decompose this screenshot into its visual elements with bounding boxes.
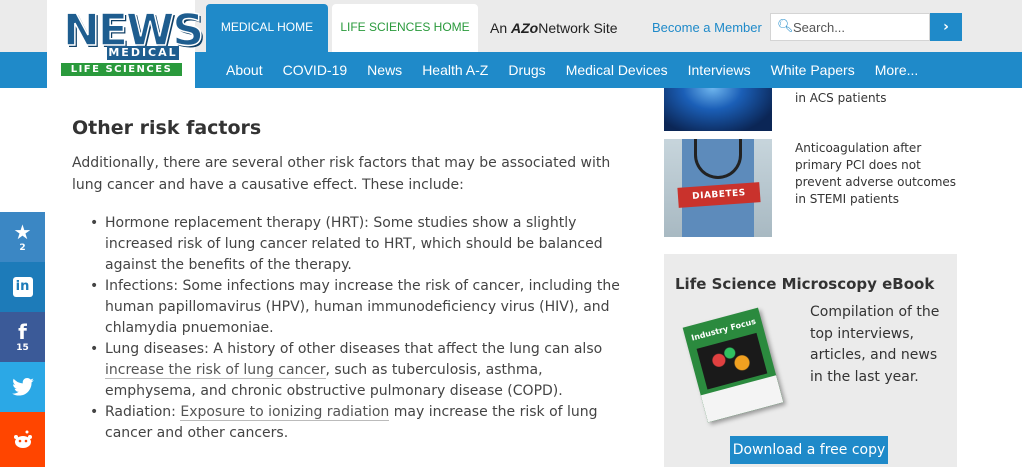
facebook-icon: f	[18, 320, 27, 344]
network-prefix: An	[490, 20, 508, 36]
nav-more[interactable]: More...	[865, 52, 929, 88]
site-logo[interactable]: NEWS MEDICAL LIFE SCIENCES	[47, 0, 205, 88]
nav-interviews[interactable]: Interviews	[678, 52, 761, 88]
become-member-link[interactable]: Become a Member	[652, 19, 762, 37]
ebook-promo: Life Science Microscopy eBook Industry F…	[664, 254, 957, 467]
facebook-share-button[interactable]: f 15	[0, 312, 45, 362]
increase-risk-link[interactable]: increase the risk of lung cancer	[105, 362, 326, 379]
download-ebook-button[interactable]: Download a free copy	[730, 436, 888, 464]
article-body: Other risk factors Additionally, there a…	[0, 88, 648, 467]
chevron-right-icon: ›	[943, 19, 949, 35]
network-suffix: Network Site	[538, 20, 618, 36]
nav-covid-19[interactable]: COVID-19	[273, 52, 358, 88]
azo-logo: AZo	[511, 20, 539, 36]
news-link[interactable]: Anticoagulation after primary PCI does n…	[795, 140, 965, 208]
linkedin-icon: in	[12, 277, 33, 297]
list-item: Radiation: Exposure to ionizing radiatio…	[90, 402, 635, 444]
section-heading: Other risk factors	[72, 117, 262, 139]
news-thumbnail[interactable]	[664, 88, 772, 131]
favorite-button[interactable]: ★ 2	[0, 212, 45, 262]
facebook-count: 15	[16, 343, 29, 353]
nav-news[interactable]: News	[357, 52, 412, 88]
nav-health-a-z[interactable]: Health A-Z	[412, 52, 498, 88]
nav-white-papers[interactable]: White Papers	[761, 52, 865, 88]
nav-drugs[interactable]: Drugs	[498, 52, 555, 88]
news-link[interactable]: in ACS patients	[795, 90, 965, 107]
news-thumbnail[interactable]: DIABETES	[664, 139, 772, 237]
star-icon: ★	[13, 220, 32, 244]
list-item-text: Radiation:	[105, 404, 181, 420]
ebook-cover[interactable]: Industry Focus	[682, 307, 784, 423]
search-box[interactable]: 🔍︎	[770, 13, 930, 41]
nav-medical-devices[interactable]: Medical Devices	[556, 52, 678, 88]
favorite-count: 2	[19, 243, 26, 253]
intro-paragraph: Additionally, there are several other ri…	[72, 155, 611, 193]
ebook-description: Compilation of the top interviews, artic…	[810, 304, 940, 385]
ionizing-radiation-link[interactable]: Exposure to ionizing radiation	[180, 404, 390, 421]
reddit-icon	[13, 430, 32, 448]
list-item: Hormone replacement therapy (HRT): Some …	[90, 213, 635, 276]
logo-life-sciences-text: LIFE SCIENCES	[61, 63, 182, 76]
search-icon: 🔍︎	[777, 19, 794, 34]
twitter-icon	[11, 378, 34, 396]
list-item: Lung diseases: A history of other diseas…	[90, 339, 635, 402]
nav-about[interactable]: About	[216, 52, 273, 88]
list-item: Infections: Some infections may increase…	[90, 276, 635, 339]
list-item-text: Lung diseases: A history of other diseas…	[105, 341, 603, 357]
linkedin-share-button[interactable]: in	[0, 262, 45, 312]
reddit-share-button[interactable]	[0, 412, 45, 467]
tab-medical-home[interactable]: MEDICAL HOME	[206, 4, 328, 52]
twitter-share-button[interactable]	[0, 362, 45, 412]
ebook-title: Life Science Microscopy eBook	[675, 275, 935, 293]
azo-network-badge[interactable]: An AZoNetwork Site	[490, 19, 618, 37]
risk-factor-list: Hormone replacement therapy (HRT): Some …	[90, 213, 635, 444]
tab-life-sciences-home[interactable]: LIFE SCIENCES HOME	[332, 4, 478, 52]
logo-medical-text: MEDICAL	[107, 46, 179, 60]
search-input[interactable]	[793, 17, 927, 37]
search-submit-button[interactable]: ›	[930, 13, 962, 41]
